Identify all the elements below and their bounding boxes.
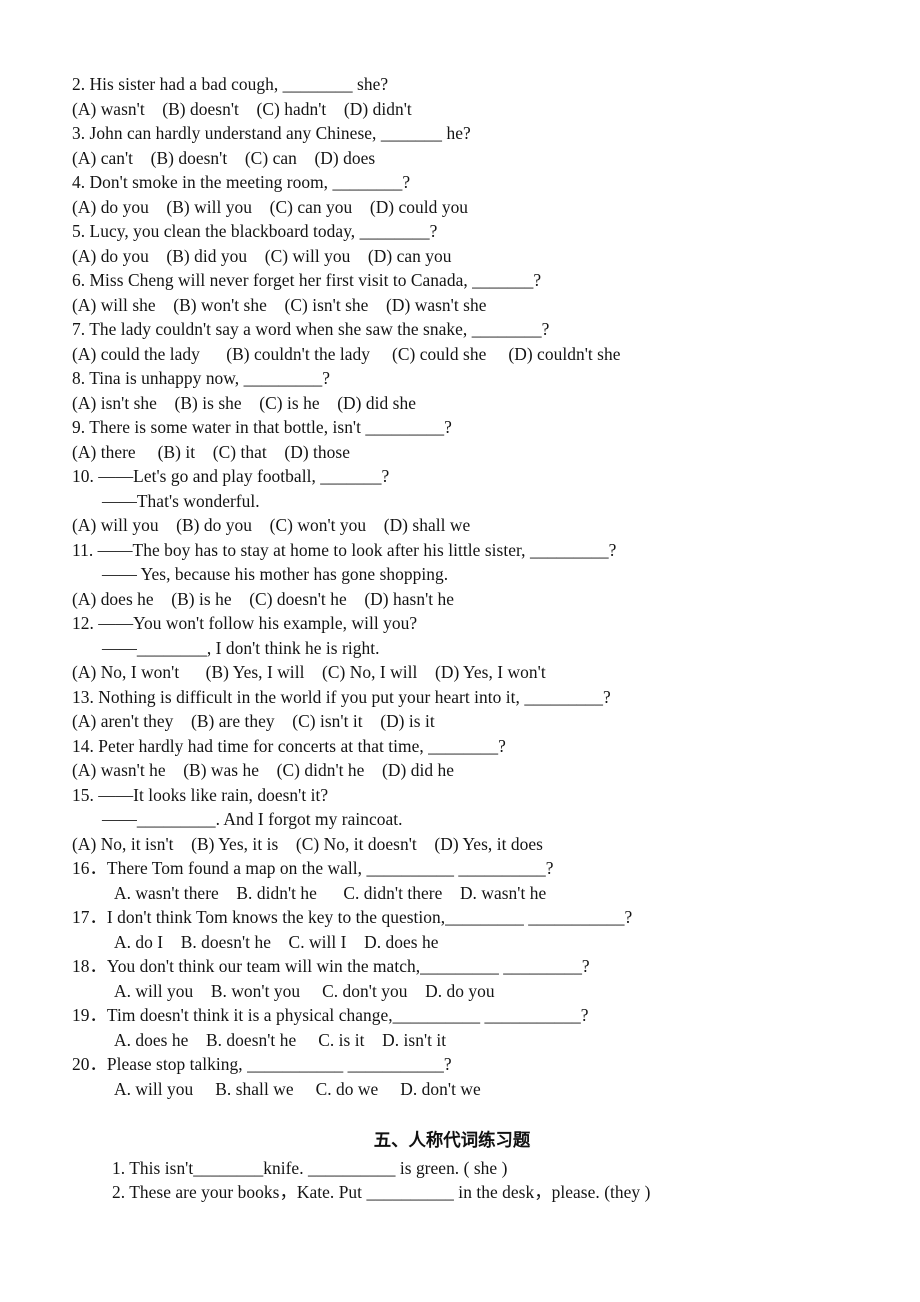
question-line: 19．Tim doesn't think it is a physical ch… [72, 1005, 589, 1025]
question-line: 18．You don't think our team will win the… [72, 956, 590, 976]
question-line: 13. Nothing is difficult in the world if… [72, 686, 611, 707]
question-line: 8. Tina is unhappy now, _________? [72, 368, 331, 388]
question-line: 10. ——Let's go and play football, ______… [72, 466, 390, 486]
options-line: (A) could the lady (B) couldn't the lady… [72, 343, 621, 364]
options-line: (A) do you (B) will you (C) can you (D) … [72, 196, 469, 217]
options-line: (A) do you (B) did you (C) will you (D) … [72, 245, 452, 266]
options-line: A. will you B. shall we C. do we D. don'… [114, 1078, 481, 1099]
options-line: (A) No, it isn't (B) Yes, it is (C) No, … [72, 833, 543, 854]
question-line: 3. John can hardly understand any Chines… [72, 123, 471, 143]
options-line: (A) can't (B) doesn't (C) can (D) does [72, 147, 376, 168]
pronoun-item-line: 2. These are your books，Kate. Put ______… [112, 1182, 651, 1202]
options-line: (A) wasn't he (B) was he (C) didn't he (… [72, 760, 455, 780]
question-line: 12. ——You won't follow his example, will… [72, 613, 418, 633]
dialogue-reply-line: ——________, I don't think he is right. [102, 637, 380, 658]
options-line: (A) isn't she (B) is she (C) is he (D) d… [72, 392, 416, 413]
question-line: 15. ——It looks like rain, doesn't it? [72, 784, 329, 805]
question-line: 4. Don't smoke in the meeting room, ____… [72, 172, 411, 192]
section-heading: 五、人称代词练习题 [373, 1130, 531, 1150]
pronoun-item-line: 1. This isn't________knife. __________ i… [112, 1157, 508, 1178]
options-line: (A) will you (B) do you (C) won't you (D… [72, 515, 471, 535]
dialogue-reply-line: ——That's wonderful. [102, 490, 260, 511]
options-line: (A) aren't they (B) are they (C) isn't i… [72, 711, 435, 731]
options-line: (A) wasn't (B) doesn't (C) hadn't (D) di… [72, 98, 412, 119]
question-line: 2. His sister had a bad cough, ________ … [72, 74, 389, 94]
question-line: 17．I don't think Tom knows the key to th… [72, 907, 633, 927]
options-line: (A) will she (B) won't she (C) isn't she… [72, 294, 487, 315]
worksheet-page: 2. His sister had a bad cough, ________ … [0, 0, 920, 1302]
question-line: 5. Lucy, you clean the blackboard today,… [72, 221, 438, 241]
document-body: 2. His sister had a bad cough, ________ … [72, 72, 872, 1205]
options-line: (A) does he (B) is he (C) doesn't he (D)… [72, 588, 455, 609]
question-line: 16．There Tom found a map on the wall, __… [72, 858, 554, 878]
question-line: 7. The lady couldn't say a word when she… [72, 319, 550, 339]
options-line: A. will you B. won't you C. don't you D.… [114, 980, 495, 1001]
dialogue-reply-line: —— Yes, because his mother has gone shop… [102, 564, 449, 584]
options-line: (A) No, I won't (B) Yes, I will (C) No, … [72, 662, 546, 682]
options-line: A. wasn't there B. didn't he C. didn't t… [114, 882, 547, 903]
question-line: 14. Peter hardly had time for concerts a… [72, 735, 506, 756]
question-line: 11. ——The boy has to stay at home to loo… [72, 539, 617, 560]
dialogue-reply-line: ——_________. And I forgot my raincoat. [102, 809, 403, 829]
options-line: (A) there (B) it (C) that (D) those [72, 441, 351, 462]
question-line: 20．Please stop talking, ___________ ____… [72, 1054, 452, 1074]
question-line: 6. Miss Cheng will never forget her firs… [72, 270, 542, 290]
question-line: 9. There is some water in that bottle, i… [72, 417, 452, 437]
options-line: A. does he B. doesn't he C. is it D. isn… [114, 1029, 447, 1050]
options-line: A. do I B. doesn't he C. will I D. does … [114, 931, 439, 952]
